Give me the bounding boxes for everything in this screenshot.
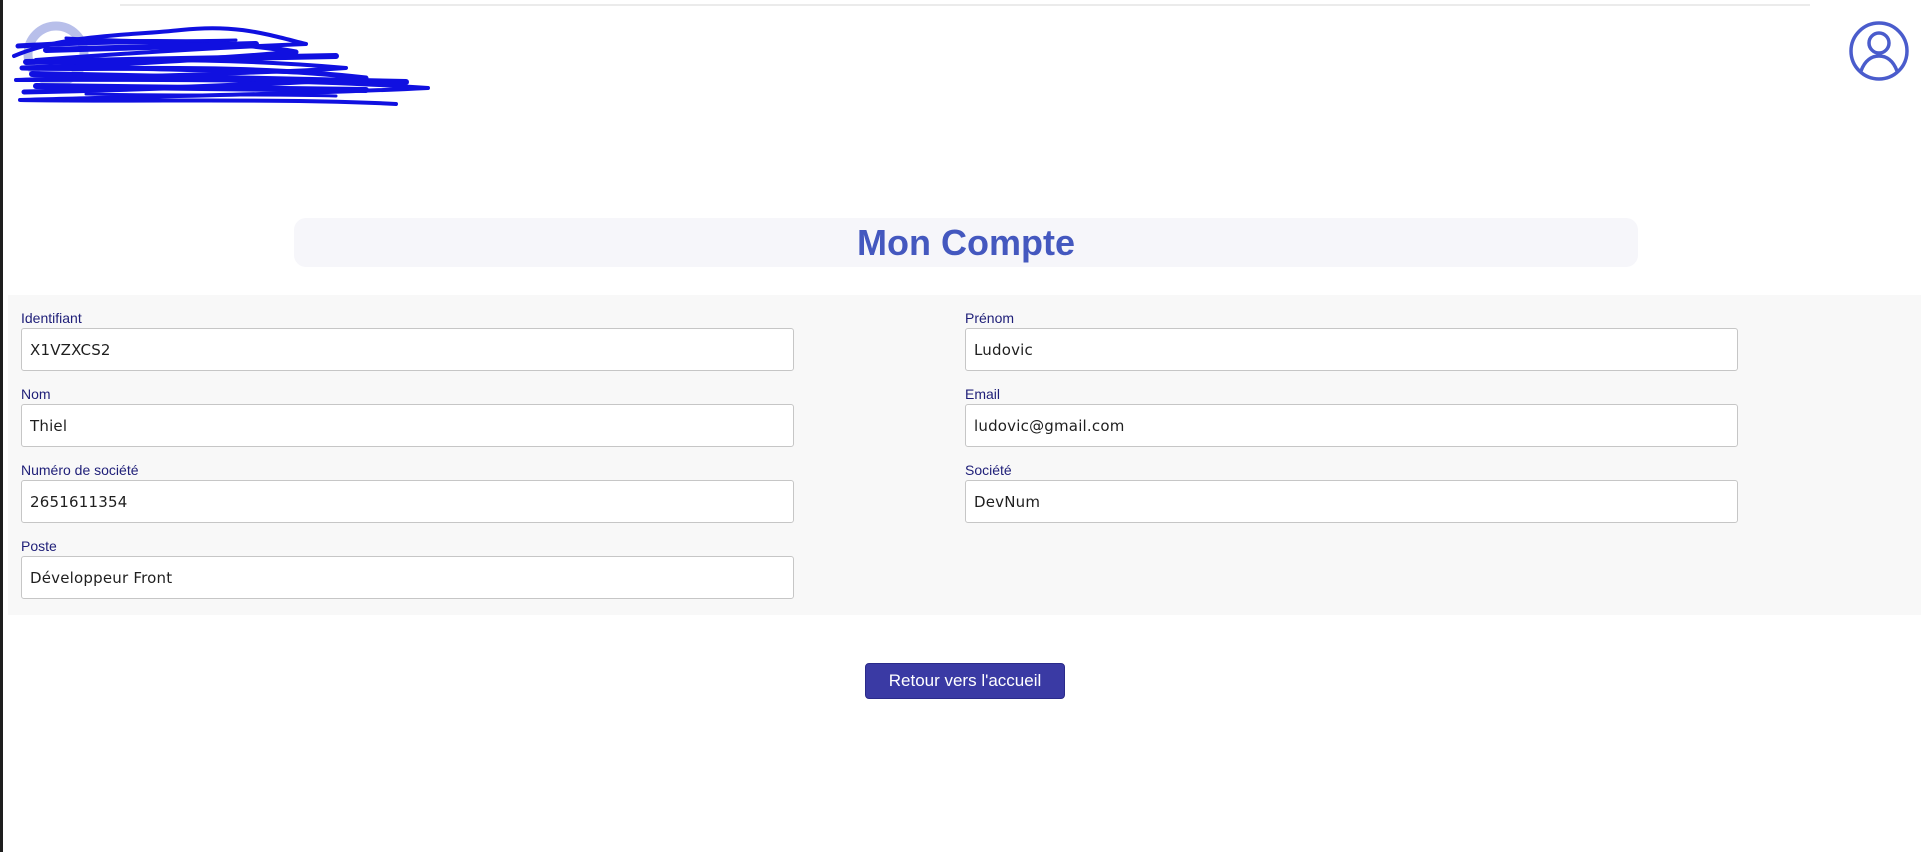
societe-input[interactable] — [965, 480, 1738, 523]
account-form: Identifiant Prénom Nom Email Numéro de s… — [8, 295, 1921, 615]
window-border — [0, 0, 3, 852]
back-to-home-button[interactable]: Retour vers l'accueil — [865, 663, 1065, 699]
page-title: Mon Compte — [857, 221, 1075, 263]
nom-input[interactable] — [21, 404, 794, 447]
field-prenom: Prénom — [965, 310, 1738, 371]
field-numero-societe: Numéro de société — [21, 462, 794, 523]
societe-label: Société — [965, 462, 1012, 478]
field-nom: Nom — [21, 386, 794, 447]
field-identifiant: Identifiant — [21, 310, 794, 371]
field-poste: Poste — [21, 538, 794, 599]
account-page: Mon Compte Identifiant Prénom Nom Email … — [0, 0, 1921, 852]
poste-input[interactable] — [21, 556, 794, 599]
numero-societe-input[interactable] — [21, 480, 794, 523]
field-email: Email — [965, 386, 1738, 447]
numero-societe-label: Numéro de société — [21, 462, 139, 478]
user-avatar-icon[interactable] — [1848, 20, 1910, 82]
identifiant-label: Identifiant — [21, 310, 82, 326]
email-input[interactable] — [965, 404, 1738, 447]
title-banner: Mon Compte — [294, 218, 1638, 267]
identifiant-input[interactable] — [21, 328, 794, 371]
poste-label: Poste — [21, 538, 57, 554]
prenom-label: Prénom — [965, 310, 1015, 326]
nom-label: Nom — [21, 386, 51, 402]
company-logo[interactable] — [6, 16, 436, 106]
prenom-input[interactable] — [965, 328, 1738, 371]
email-label: Email — [965, 386, 1001, 402]
field-societe: Société — [965, 462, 1738, 523]
top-divider — [120, 4, 1810, 6]
